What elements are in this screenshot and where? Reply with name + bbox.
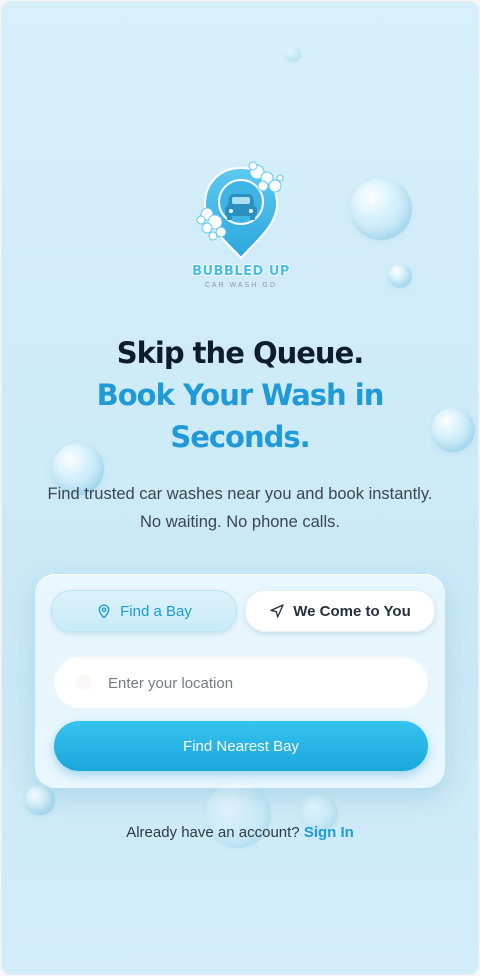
location-input-icon <box>76 674 92 690</box>
decorative-bubble <box>285 46 301 62</box>
tab-we-come-to-you-label: We Come to You <box>293 602 411 620</box>
tab-we-come-to-you[interactable]: We Come to You <box>245 590 435 632</box>
tab-find-a-bay[interactable]: Find a Bay <box>51 590 237 632</box>
tab-find-a-bay-label: Find a Bay <box>120 602 192 620</box>
app-screen: BUBBLED UP CAR WASH GO Skip the Queue. B… <box>2 2 478 974</box>
headline-line-3: Seconds. <box>170 420 310 454</box>
sign-in-prompt: Already have an account? Sign In <box>2 824 478 841</box>
map-pin-icon <box>98 604 110 619</box>
location-input[interactable] <box>106 656 410 710</box>
headline-line-2: Book Your Wash in <box>96 378 385 412</box>
booking-card: Find a Bay We Come to You Find Nearest B… <box>35 574 445 788</box>
sign-in-link[interactable]: Sign In <box>304 824 354 841</box>
brand-name: BUBBLED UP <box>192 264 290 279</box>
decorative-bubble <box>388 264 412 288</box>
decorative-bubble <box>350 178 412 240</box>
headline-line-1: Skip the Queue. <box>116 336 365 370</box>
navigation-arrow-icon <box>270 604 284 618</box>
sign-in-prompt-text: Already have an account? <box>126 824 300 841</box>
brand-tagline: CAR WASH GO <box>204 282 278 289</box>
brand-logo: BUBBLED UP CAR WASH GO <box>185 158 297 298</box>
car-location-pin-icon <box>196 161 284 260</box>
hero-subtitle: Find trusted car washes near you and boo… <box>47 485 433 531</box>
decorative-bubble <box>25 785 55 815</box>
location-input-wrapper <box>54 656 428 710</box>
find-nearest-bay-button[interactable]: Find Nearest Bay <box>54 721 428 771</box>
